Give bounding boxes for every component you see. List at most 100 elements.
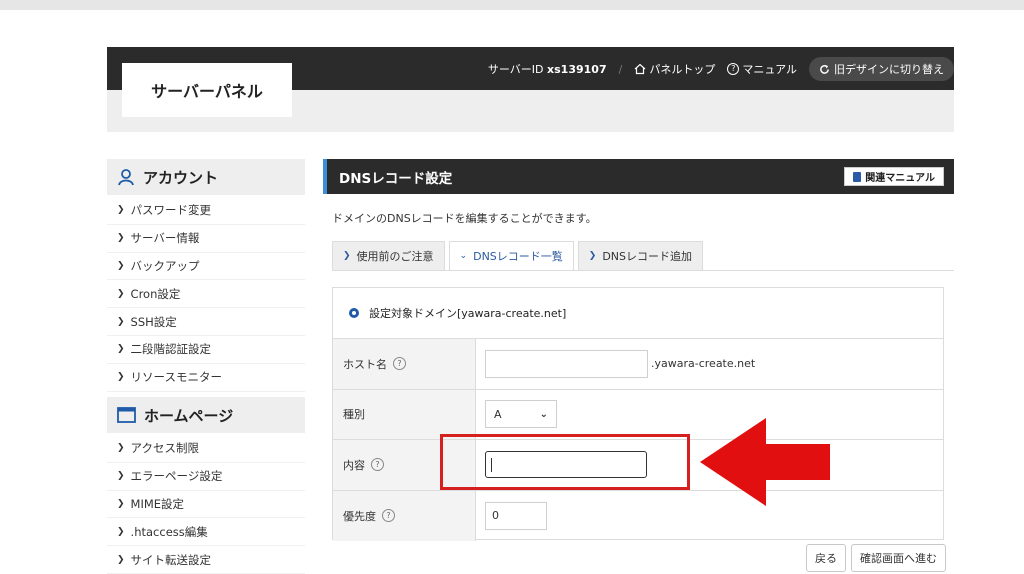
panel-top-label: パネルトップ	[649, 63, 716, 76]
sidebar-item-resource-monitor[interactable]: ❯ リソースモニター	[107, 364, 305, 392]
chevron-down-icon: ⌄	[539, 408, 548, 420]
chevron-right-icon: ❯	[117, 526, 125, 537]
tab-dns-record-add[interactable]: ❯ DNSレコード追加	[577, 241, 704, 271]
account-heading-label: アカウント	[143, 168, 219, 187]
old-design-label: 旧デザインに切り替え	[834, 63, 944, 76]
record-type-value: A	[494, 407, 502, 421]
priority-input[interactable]	[485, 501, 547, 530]
window-icon	[117, 407, 136, 423]
chevron-right-icon: ❯	[117, 233, 125, 244]
priority-label-cell: 優先度 ?	[333, 490, 476, 541]
sidebar-item-htaccess[interactable]: ❯ .htaccess編集	[107, 518, 305, 547]
target-domain-label: 設定対象ドメイン[yawara-create.net]	[369, 307, 567, 320]
manual-label: マニュアル	[742, 63, 797, 76]
tab-precautions[interactable]: ❯ 使用前のご注意	[332, 241, 445, 271]
tab-label: DNSレコード追加	[602, 250, 693, 263]
sidebar-item-label: 二段階認証設定	[130, 342, 212, 357]
chevron-right-icon: ❯	[117, 554, 125, 565]
host-label: ホスト名	[343, 357, 387, 371]
host-suffix: .yawara-create.net	[651, 357, 756, 371]
host-label-cell: ホスト名 ?	[333, 339, 476, 389]
sidebar-item-label: サイト転送設定	[130, 552, 212, 567]
related-manual-button[interactable]: 関連マニュアル	[844, 167, 944, 186]
sidebar-account-list: ❯ パスワード変更 ❯ サーバー情報 ❯ バックアップ ❯ Cron設定 ❯ SSH設定 …	[107, 197, 305, 392]
sidebar-item-cron[interactable]: ❯ Cron設定	[107, 280, 305, 309]
server-id-label: サーバーID	[487, 63, 544, 76]
server-id: サーバーID xs139107	[488, 61, 607, 77]
dns-record-form: 設定対象ドメイン[yawara-create.net] ホスト名 ? .yawa…	[332, 287, 944, 541]
chevron-right-icon: ❯	[117, 498, 125, 509]
tab-bar: ❯ 使用前のご注意 ⌄ DNSレコード一覧 ❯ DNSレコード追加	[332, 241, 707, 271]
help-icon[interactable]: ?	[382, 509, 395, 523]
radio-icon	[349, 308, 359, 318]
sidebar-item-backup[interactable]: ❯ バックアップ	[107, 253, 305, 281]
confirm-button[interactable]: 確認画面へ進む	[851, 544, 946, 572]
sidebar-item-label: パスワード変更	[130, 203, 212, 218]
content-label: 内容	[343, 458, 365, 472]
help-icon[interactable]: ?	[371, 458, 384, 472]
top-strip	[0, 0, 1024, 10]
page-description: ドメインのDNSレコードを編集することができます。	[332, 212, 597, 225]
related-manual-label: 関連マニュアル	[865, 173, 935, 184]
sidebar-item-label: SSH設定	[130, 314, 177, 329]
type-label: 種別	[343, 408, 365, 422]
sidebar-item-2fa[interactable]: ❯ 二段階認証設定	[107, 336, 305, 364]
manual-link[interactable]: ? マニュアル	[727, 61, 797, 77]
highlight-box	[440, 434, 690, 490]
sidebar-item-label: リソースモニター	[130, 370, 222, 385]
sidebar-item-server-info[interactable]: ❯ サーバー情報	[107, 225, 305, 253]
sidebar-item-error-page[interactable]: ❯ エラーページ設定	[107, 463, 305, 491]
chevron-down-icon: ⌄	[459, 251, 468, 261]
header-nav: サーバーID xs139107 / パネルトップ ? マニュアル 旧デザインに切…	[488, 57, 954, 81]
chevron-right-icon: ❯	[117, 316, 125, 327]
chevron-right-icon: ❯	[117, 372, 125, 383]
chevron-right-icon: ❯	[117, 288, 125, 299]
chevron-right-icon: ❯	[117, 443, 125, 454]
sidebar-item-label: MIME設定	[130, 496, 185, 511]
sidebar-item-label: サーバー情報	[130, 231, 200, 246]
sidebar-item-label: エラーページ設定	[130, 469, 223, 484]
sidebar-item-access-restriction[interactable]: ❯ アクセス制限	[107, 435, 305, 463]
sidebar-item-mime[interactable]: ❯ MIME設定	[107, 491, 305, 519]
chevron-right-icon: ❯	[588, 251, 597, 261]
form-row-host: ホスト名 ? .yawara-create.net	[333, 339, 943, 390]
chevron-right-icon: ❯	[117, 205, 125, 216]
form-row-priority: 優先度 ?	[333, 490, 943, 541]
tab-dns-record-list[interactable]: ⌄ DNSレコード一覧	[448, 241, 574, 271]
sidebar-item-ssh[interactable]: ❯ SSH設定	[107, 308, 305, 336]
homepage-heading-label: ホームページ	[144, 406, 234, 425]
old-design-button[interactable]: 旧デザインに切り替え	[809, 57, 954, 81]
sidebar-item-label: Cron設定	[130, 286, 181, 301]
sidebar-item-label: バックアップ	[130, 258, 200, 273]
sidebar-homepage-list: ❯ アクセス制限 ❯ エラーページ設定 ❯ MIME設定 ❯ .htaccess編集 ❯…	[107, 435, 305, 574]
red-arrow-icon	[700, 418, 830, 506]
page-title: DNSレコード設定	[339, 170, 453, 187]
server-panel-logo[interactable]: サーバーパネル	[122, 63, 292, 117]
chevron-right-icon: ❯	[117, 471, 125, 482]
form-row-type: 種別 A ⌄	[333, 389, 943, 440]
sidebar-account-heading: アカウント	[107, 159, 305, 195]
sidebar-item-site-redirect[interactable]: ❯ サイト転送設定	[107, 546, 305, 574]
target-domain-row: 設定対象ドメイン[yawara-create.net]	[333, 288, 943, 339]
priority-label: 優先度	[343, 509, 376, 523]
tab-label: DNSレコード一覧	[473, 250, 563, 263]
help-icon[interactable]: ?	[393, 357, 406, 371]
refresh-icon	[820, 64, 829, 74]
sidebar-item-label: アクセス制限	[130, 441, 199, 456]
sidebar-homepage-heading: ホームページ	[107, 397, 305, 433]
chevron-right-icon: ❯	[343, 251, 351, 261]
sidebar-item-label: .htaccess編集	[130, 524, 208, 539]
book-icon	[853, 171, 862, 182]
sidebar-item-password[interactable]: ❯ パスワード変更	[107, 197, 305, 225]
home-icon	[634, 63, 646, 75]
tab-underline	[332, 270, 954, 271]
back-button[interactable]: 戻る	[806, 544, 846, 572]
record-type-select[interactable]: A ⌄	[485, 400, 557, 429]
type-label-cell: 種別	[333, 389, 476, 439]
panel-top-link[interactable]: パネルトップ	[634, 61, 715, 77]
host-name-input[interactable]	[485, 349, 648, 378]
tab-label: 使用前のご注意	[356, 250, 434, 263]
server-id-value: xs139107	[547, 63, 607, 76]
header-separator: /	[618, 62, 623, 76]
chevron-right-icon: ❯	[117, 344, 125, 355]
